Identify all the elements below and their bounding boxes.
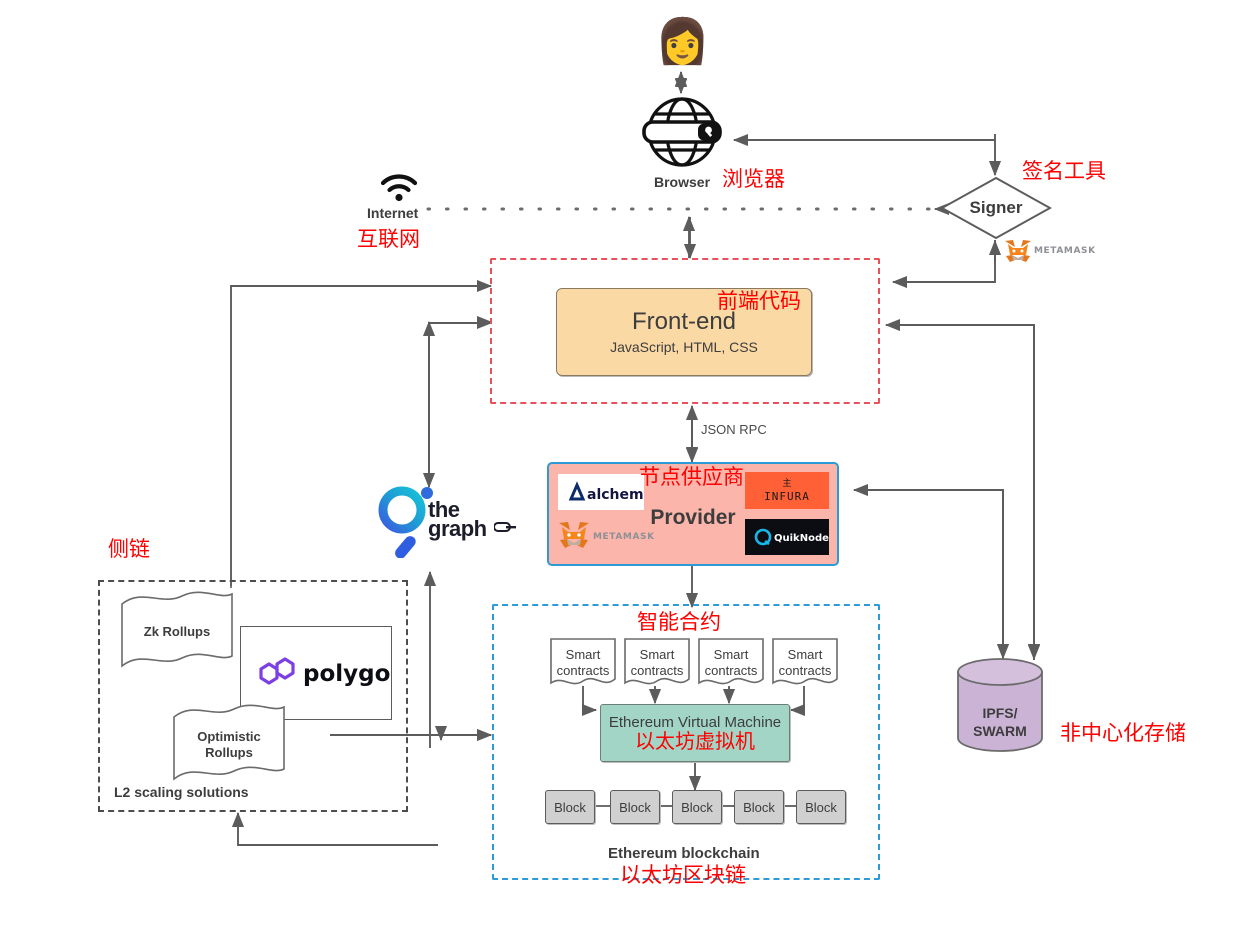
the-graph-mark-icon bbox=[493, 519, 516, 532]
evm-label-cn: 以太坊虚拟机 bbox=[635, 729, 755, 753]
diagram-canvas: 👩 Browser 浏览器 Internet 互联网 Signer 签名工具 M… bbox=[0, 0, 1252, 926]
block-4: Block bbox=[734, 790, 784, 824]
block-2: Block bbox=[610, 790, 660, 824]
blockchain-label-en: Ethereum blockchain bbox=[608, 845, 760, 862]
contracts-label-cn: 智能合约 bbox=[637, 610, 721, 634]
optimistic-line-1: Optimistic bbox=[197, 728, 261, 744]
frontend-label-cn: 前端代码 bbox=[717, 289, 801, 313]
internet-label: Internet bbox=[367, 205, 419, 221]
smart-contract-label-4: Smart contracts bbox=[778, 647, 832, 679]
metamask-label-signer: METAMASK bbox=[1034, 246, 1096, 256]
alchemy-logo: alchemy bbox=[558, 474, 644, 510]
signer-label-cn: 签名工具 bbox=[1022, 159, 1106, 183]
signer-label: Signer bbox=[969, 198, 1023, 217]
block-1: Block bbox=[545, 790, 595, 824]
block-5: Block bbox=[796, 790, 846, 824]
frontend-title: Front-end bbox=[631, 308, 737, 336]
browser-label: Browser bbox=[654, 174, 711, 190]
svg-text:alchemy: alchemy bbox=[587, 487, 644, 503]
optimistic-rollups-flag: Optimistic Rollups bbox=[170, 703, 288, 787]
browser-icon bbox=[638, 96, 726, 168]
ipfs-swarm-cylinder[interactable]: IPFS/ SWARM bbox=[955, 658, 1045, 752]
user-avatar: 👩 bbox=[655, 16, 710, 68]
zk-rollups-flag: Zk Rollups bbox=[118, 590, 236, 674]
svg-text:QuikNode: QuikNode bbox=[774, 533, 829, 544]
infura-text: INFURA bbox=[764, 489, 810, 503]
infura-mark: 主 bbox=[782, 478, 792, 489]
user-emoji: 👩 bbox=[655, 17, 710, 66]
the-graph-text-line2: graph bbox=[428, 516, 487, 541]
ipfs-line-1: IPFS/ bbox=[982, 705, 1018, 721]
metamask-icon-signer bbox=[1003, 238, 1033, 264]
browser-label-cn: 浏览器 bbox=[722, 167, 785, 191]
smart-contract-label-2: Smart contracts bbox=[630, 647, 684, 679]
internet-label-cn: 互联网 bbox=[357, 227, 420, 251]
metamask-text-provider: METAMASK bbox=[593, 532, 655, 542]
storage-label-cn: 非中心化存储 bbox=[1060, 721, 1186, 745]
zk-rollups-label: Zk Rollups bbox=[143, 623, 211, 639]
svg-text:polygon: polygon bbox=[303, 661, 391, 687]
infura-logo: 主 INFURA bbox=[745, 472, 829, 509]
provider-title: Provider bbox=[650, 506, 736, 529]
smart-contract-doc-1: Smart contracts bbox=[549, 637, 617, 687]
blockchain-label-cn: 以太坊区块链 bbox=[620, 863, 746, 887]
smart-contract-label-1: Smart contracts bbox=[556, 647, 610, 679]
json-rpc-label: JSON RPC bbox=[701, 422, 767, 437]
ipfs-swarm-label: IPFS/ SWARM bbox=[955, 704, 1045, 740]
provider-label-cn: 节点供应商 bbox=[639, 465, 744, 489]
signer-node[interactable]: Signer bbox=[940, 176, 1052, 240]
smart-contract-label-3: Smart contracts bbox=[704, 647, 758, 679]
l2-label-cn: 侧链 bbox=[108, 537, 150, 561]
the-graph-logo bbox=[374, 484, 436, 559]
smart-contract-doc-3: Smart contracts bbox=[697, 637, 765, 687]
optimistic-line-2: Rollups bbox=[205, 745, 253, 760]
smart-contract-doc-2: Smart contracts bbox=[623, 637, 691, 687]
ipfs-line-2: SWARM bbox=[973, 723, 1027, 740]
frontend-subtitle: JavaScript, HTML, CSS bbox=[610, 338, 758, 355]
optimistic-rollups-label: Optimistic Rollups bbox=[170, 703, 288, 787]
wifi-icon bbox=[378, 170, 420, 202]
smart-contract-doc-4: Smart contracts bbox=[771, 637, 839, 687]
block-3: Block bbox=[672, 790, 722, 824]
evm-box[interactable]: Ethereum Virtual Machine 以太坊虚拟机 bbox=[600, 704, 790, 762]
